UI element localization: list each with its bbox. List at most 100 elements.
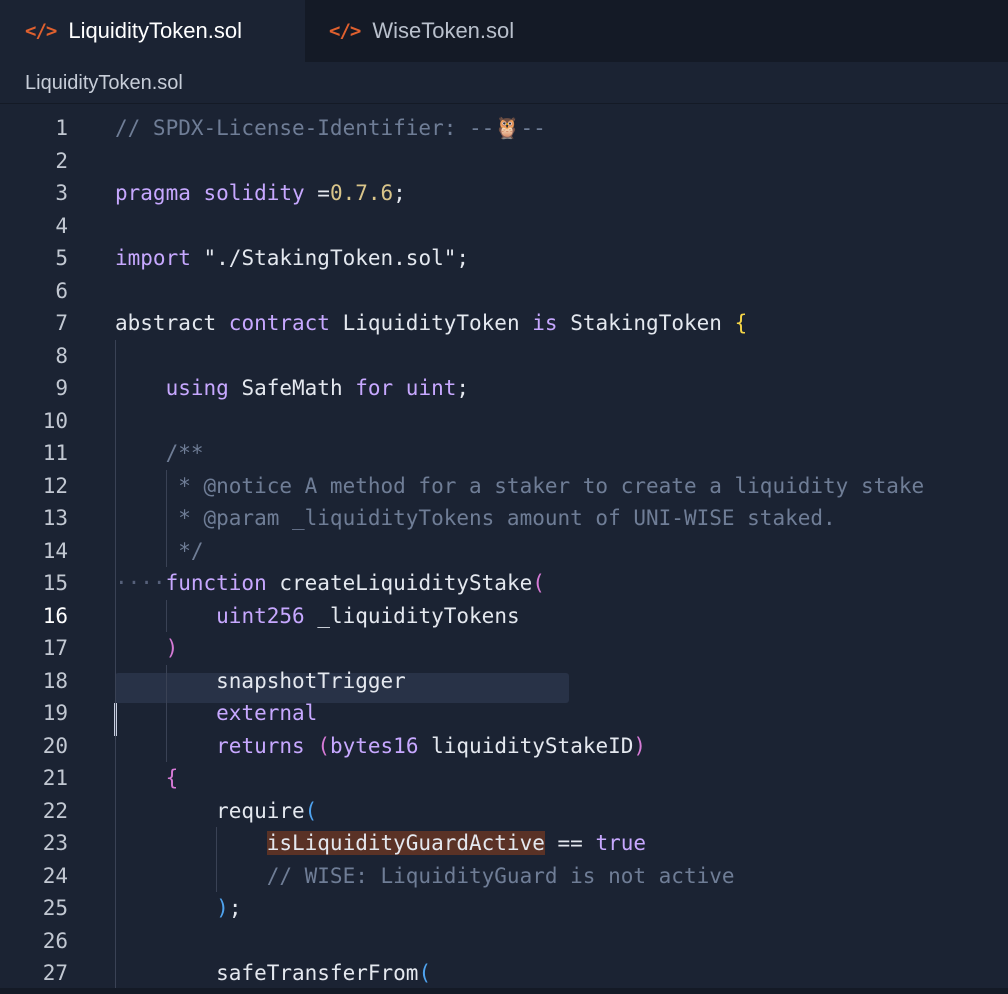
tab-liquidity-token[interactable]: </> LiquidityToken.sol: [0, 0, 305, 62]
code-line[interactable]: 19 external: [0, 697, 1008, 730]
tab-label: LiquidityToken.sol: [68, 18, 242, 43]
code-line[interactable]: 8: [0, 340, 1008, 373]
code-token: function: [165, 571, 280, 595]
indent-guide: [165, 469, 167, 567]
code-line[interactable]: 6: [0, 275, 1008, 308]
line-content: {: [115, 762, 179, 795]
code-token: (: [532, 571, 545, 595]
line-number: 9: [55, 376, 68, 400]
code-token: using: [165, 376, 242, 400]
line-content: * @param _liquidityTokens amount of UNI-…: [115, 502, 835, 535]
code-token: contract: [228, 311, 343, 335]
code-token: returns: [216, 733, 318, 758]
code-token: 0.7.6: [329, 181, 394, 205]
code-line[interactable]: 20 returns (bytes16 liquidityStakeID): [0, 730, 1008, 763]
code-line[interactable]: 10: [0, 405, 1008, 438]
line-content: import "./StakingToken.sol";: [115, 242, 469, 275]
code-token: =: [317, 181, 330, 205]
code-token: isLiquidityGuardActive: [266, 831, 545, 855]
line-number: 22: [42, 798, 68, 823]
tab-wise-token[interactable]: </> WiseToken.sol: [305, 0, 565, 62]
line-number: 21: [42, 766, 68, 790]
code-line[interactable]: 27 safeTransferFrom(: [0, 957, 1008, 988]
code-line[interactable]: 22 require(: [0, 795, 1008, 828]
horizontal-scrollbar[interactable]: [0, 988, 1008, 994]
indent-guide: [216, 827, 218, 892]
code-token: _liquidityTokens: [317, 603, 520, 628]
code-editor[interactable]: 1// SPDX-License-Identifier: --🦉-- 2 3 prag…: [0, 104, 1008, 988]
code-line[interactable]: 26: [0, 925, 1008, 958]
code-line[interactable]: 2: [0, 145, 1008, 178]
code-token: * @notice A method for a staker to creat…: [115, 473, 925, 498]
code-token: ;: [228, 896, 242, 920]
line-number: 4: [55, 213, 68, 238]
code-file-icon: </>: [25, 20, 57, 42]
line-number: 6: [55, 278, 68, 303]
line-content: abstract contract LiquidityToken is Stak…: [115, 307, 747, 340]
line-content: require(: [115, 795, 317, 828]
line-number: 10: [42, 408, 68, 433]
code-line[interactable]: 5 import "./StakingToken.sol";: [0, 242, 1008, 275]
code-token: safeTransferFrom: [115, 961, 419, 985]
code-token: (: [317, 733, 330, 758]
code-line[interactable]: 4: [0, 210, 1008, 243]
line-number: 7: [55, 311, 68, 335]
line-content: /**: [115, 437, 204, 470]
line-content: * @notice A method for a staker to creat…: [115, 470, 924, 503]
line-content: returns (bytes16 liquidityStakeID): [115, 730, 646, 763]
code-line[interactable]: 23 isLiquidityGuardActive == true: [0, 827, 1008, 860]
code-line[interactable]: 7 abstract contract LiquidityToken is Sta…: [0, 307, 1008, 340]
line-content: ····function createLiquidityStake(: [115, 567, 545, 600]
line-number: 16: [42, 603, 68, 628]
code-token: (: [418, 961, 432, 985]
line-number: 13: [42, 506, 68, 530]
code-line[interactable]: 17 ): [0, 632, 1008, 665]
code-line[interactable]: 24 // WISE: LiquidityGuard is not active: [0, 860, 1008, 893]
code-line[interactable]: 11 /**: [0, 437, 1008, 470]
code-line[interactable]: 21 {: [0, 762, 1008, 795]
line-content: isLiquidityGuardActive == true: [115, 827, 646, 860]
line-number: 5: [55, 246, 68, 270]
code-line[interactable]: 25 );: [0, 892, 1008, 925]
code-line[interactable]: 18 snapshotTrigger: [0, 665, 1008, 698]
code-token: ;: [456, 376, 470, 400]
code-line[interactable]: 14 */: [0, 535, 1008, 568]
line-content: external: [115, 697, 317, 730]
line-number: 19: [42, 701, 68, 725]
line-content: snapshotTrigger: [115, 665, 406, 698]
tab-label: WiseToken.sol: [372, 18, 515, 43]
code-token: ;: [456, 246, 470, 270]
code-line[interactable]: 16 uint256 _liquidityTokens: [0, 600, 1008, 633]
code-line[interactable]: 12 * @notice A method for a staker to cr…: [0, 470, 1008, 503]
code-line[interactable]: 3 pragma solidity =0.7.6;: [0, 177, 1008, 210]
code-line[interactable]: 13 * @param _liquidityTokens amount of U…: [0, 502, 1008, 535]
code-line[interactable]: 1 // SPDX-License-Identifier: --🦉--: [0, 112, 1008, 145]
code-line[interactable]: 15 ····function createLiquidityStake(: [0, 567, 1008, 600]
indent-guide: [165, 664, 167, 762]
code-token: external: [216, 701, 318, 725]
line-number: 15: [42, 571, 68, 595]
breadcrumb[interactable]: LiquidityToken.sol: [0, 62, 1008, 104]
line-content: uint256 _liquidityTokens: [115, 600, 520, 633]
code-token: bytes16: [329, 733, 432, 758]
line-number: 25: [42, 896, 68, 920]
line-number: 26: [42, 928, 68, 953]
line-number: 2: [55, 148, 68, 173]
code-token: true: [595, 831, 647, 855]
code-token: ;: [393, 181, 406, 205]
code-token: ): [216, 896, 229, 920]
code-token: is: [532, 311, 571, 335]
indent-guide: [165, 599, 167, 632]
code-token: abstract: [115, 311, 229, 335]
code-token: liquidityStakeID: [431, 733, 634, 758]
code-token: ): [633, 733, 647, 758]
line-content: safeTransferFrom(: [115, 957, 431, 988]
code-token: // WISE: LiquidityGuard is not active: [266, 863, 735, 888]
line-content: );: [115, 892, 241, 925]
code-line[interactable]: 9 using SafeMath for uint;: [0, 372, 1008, 405]
